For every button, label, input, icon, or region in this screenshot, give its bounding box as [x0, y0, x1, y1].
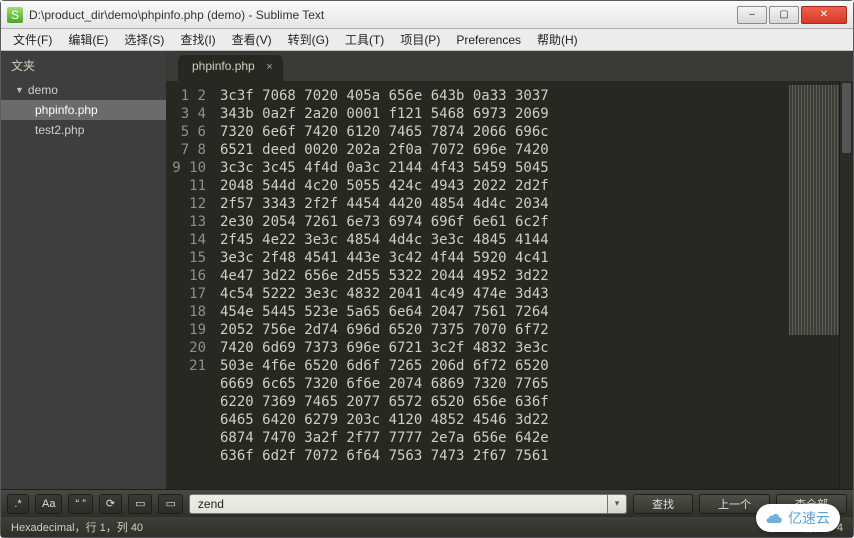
- menu-tools[interactable]: 工具(T): [339, 29, 390, 50]
- app-icon: S: [7, 7, 23, 23]
- sidebar-folder[interactable]: ▼ demo: [1, 80, 166, 100]
- find-inselection-toggle[interactable]: ▭: [128, 494, 152, 514]
- tab-phpinfo[interactable]: phpinfo.php ×: [178, 55, 283, 81]
- folder-arrow-icon: ▼: [15, 85, 24, 95]
- menu-file[interactable]: 文件(F): [7, 29, 58, 50]
- find-button[interactable]: 查找: [633, 494, 693, 514]
- menu-selection[interactable]: 选择(S): [118, 29, 170, 50]
- title-bar: S D:\product_dir\demo\phpinfo.php (demo)…: [1, 1, 853, 29]
- menu-edit[interactable]: 编辑(E): [62, 29, 114, 50]
- search-input[interactable]: [189, 494, 607, 514]
- status-left: Hexadecimal，行 1，列 40: [11, 519, 143, 535]
- menu-bar: 文件(F) 编辑(E) 选择(S) 查找(I) 查看(V) 转到(G) 工具(T…: [1, 29, 853, 51]
- folder-label: demo: [28, 83, 58, 97]
- tab-label: phpinfo.php: [192, 59, 255, 73]
- find-regex-toggle[interactable]: .*: [7, 494, 29, 514]
- vertical-scrollbar[interactable]: [839, 81, 853, 489]
- tab-close-icon[interactable]: ×: [266, 61, 272, 73]
- close-button[interactable]: ✕: [801, 6, 847, 24]
- minimap[interactable]: [789, 85, 843, 335]
- cloud-icon: [764, 510, 784, 526]
- code-area[interactable]: 1 2 3 4 5 6 7 8 9 10 11 12 13 14 15 16 1…: [166, 81, 853, 489]
- code-content[interactable]: 3c3f 7068 7020 405a 656e 643b 0a33 3037 …: [216, 81, 853, 489]
- editor: phpinfo.php × 1 2 3 4 5 6 7 8 9 10 11 12…: [166, 51, 853, 489]
- maximize-button[interactable]: ▢: [769, 6, 799, 24]
- sidebar-header: 文夹: [1, 51, 166, 80]
- find-wholeword-toggle[interactable]: “ ”: [68, 494, 92, 514]
- find-wrap-toggle[interactable]: ⟳: [99, 494, 122, 514]
- status-bar: Hexadecimal，行 1，列 40 标签：4: [1, 517, 853, 537]
- find-bar: .* Aa “ ” ⟳ ▭ ▭ ▾ 查找 上一个 查全部: [1, 489, 853, 517]
- menu-find[interactable]: 查找(I): [174, 29, 221, 50]
- find-highlight-toggle[interactable]: ▭: [158, 494, 182, 514]
- window-controls: – ▢ ✕: [735, 6, 847, 24]
- watermark-text: 亿速云: [788, 508, 830, 528]
- search-field-wrap: ▾: [189, 494, 627, 514]
- workspace: 文夹 ▼ demo phpinfo.php test2.php phpinfo.…: [1, 51, 853, 489]
- sidebar: 文夹 ▼ demo phpinfo.php test2.php: [1, 51, 166, 489]
- menu-project[interactable]: 项目(P): [394, 29, 446, 50]
- window-title: D:\product_dir\demo\phpinfo.php (demo) -…: [29, 8, 735, 22]
- minimize-button[interactable]: –: [737, 6, 767, 24]
- menu-preferences[interactable]: Preferences: [450, 31, 527, 49]
- line-gutter: 1 2 3 4 5 6 7 8 9 10 11 12 13 14 15 16 1…: [166, 81, 216, 489]
- tab-bar: phpinfo.php ×: [166, 51, 853, 81]
- watermark-badge: 亿速云: [756, 504, 840, 532]
- menu-view[interactable]: 查看(V): [226, 29, 278, 50]
- sidebar-file-test2[interactable]: test2.php: [1, 120, 166, 140]
- menu-goto[interactable]: 转到(G): [282, 29, 335, 50]
- sidebar-file-phpinfo[interactable]: phpinfo.php: [1, 100, 166, 120]
- search-history-dropdown[interactable]: ▾: [607, 494, 627, 514]
- find-case-toggle[interactable]: Aa: [35, 494, 62, 514]
- menu-help[interactable]: 帮助(H): [531, 29, 584, 50]
